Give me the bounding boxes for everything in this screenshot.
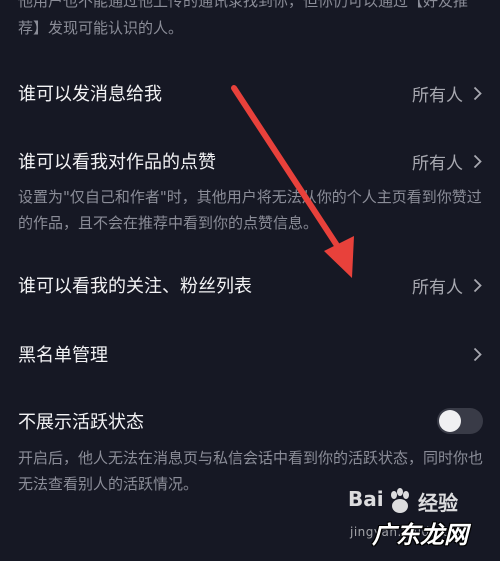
watermark-brand-suffix: 经验 [418, 491, 458, 515]
watermark-brand: Bai [348, 487, 384, 511]
watermark-site: 广东龙网 [372, 521, 468, 549]
annotation-arrow [231, 85, 354, 278]
